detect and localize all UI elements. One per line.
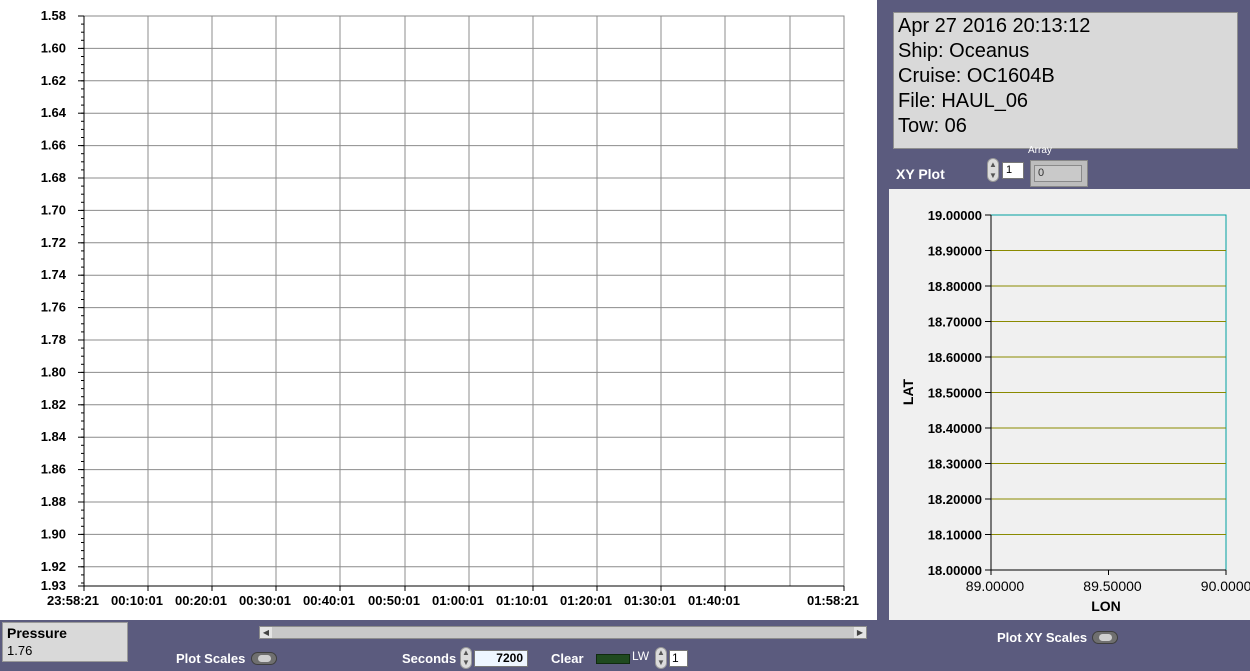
xy-y-tick-label: 18.00000 [928, 563, 982, 578]
y-tick-label: 1.88 [41, 494, 66, 509]
plot-xy-scales-toggle[interactable] [1092, 631, 1118, 644]
y-tick-label: 1.78 [41, 332, 66, 347]
toggle-knob-icon [1099, 634, 1112, 641]
main-plot-area [83, 15, 845, 587]
xy-x-axis-label: LON [1091, 598, 1121, 614]
xy-y-tick-label: 18.70000 [928, 315, 982, 330]
cruise-text: Cruise: OC1604B [898, 65, 1055, 87]
xy-x-tick-label: 89.00000 [966, 578, 1025, 594]
y-tick-label: 1.62 [41, 73, 66, 88]
xy-y-axis-label: LAT [900, 378, 916, 405]
y-tick-label: 1.76 [41, 300, 66, 315]
y-tick-label: 1.70 [41, 202, 66, 217]
xy-y-tick-label: 18.80000 [928, 279, 982, 294]
y-tick-label: 1.68 [41, 170, 66, 185]
array-label: Array [1028, 145, 1052, 156]
clear-button[interactable]: Clear [551, 651, 584, 666]
y-tick-label: 1.66 [41, 138, 66, 153]
pressure-label: Pressure [7, 625, 67, 641]
lw-field[interactable]: 1 [669, 650, 688, 667]
plot-xy-scales-label: Plot XY Scales [997, 630, 1088, 645]
xy-y-tick-label: 18.90000 [928, 244, 982, 259]
x-tick-label: 01:58:21 [807, 593, 859, 608]
y-tick-label: 1.60 [41, 40, 66, 55]
cruise-info-box: Apr 27 2016 20:13:12 Ship: Oceanus Cruis… [893, 12, 1238, 149]
seconds-label: Seconds [402, 651, 457, 666]
x-tick-label: 01:00:01 [432, 593, 484, 608]
clear-led-icon[interactable] [596, 654, 630, 664]
xy-index-stepper[interactable]: ▲ ▼ [987, 158, 999, 182]
ship-text: Ship: Oceanus [898, 40, 1030, 62]
pressure-time-chart: 1.58 1.60 1.62 1.64 1.66 1.68 1.70 1.72 1.74 1.76… [41, 8, 859, 608]
xy-y-tick-label: 18.60000 [928, 350, 982, 365]
xy-plot-title: XY Plot [896, 166, 945, 182]
xy-x-tick-label: 89.50000 [1083, 578, 1142, 594]
x-tick-label: 01:10:01 [496, 593, 548, 608]
plot-scales-toggle[interactable] [251, 652, 277, 665]
plot-scales-label: Plot Scales [176, 651, 246, 666]
file-text: File: HAUL_06 [898, 90, 1029, 112]
scroll-right-icon[interactable]: ▶ [854, 627, 866, 638]
horizontal-scrollbar[interactable]: ◀ ▶ [259, 626, 867, 639]
y-tick-label: 1.58 [41, 8, 66, 23]
y-tick-label: 1.92 [41, 559, 66, 574]
y-tick-label: 1.74 [41, 267, 67, 282]
x-tick-label: 00:30:01 [239, 593, 291, 608]
y-tick-label: 1.82 [41, 397, 66, 412]
y-tick-label: 1.84 [41, 429, 67, 444]
x-tick-label: 00:20:01 [175, 593, 227, 608]
xy-y-tick-label: 18.30000 [928, 457, 982, 472]
tow-text: Tow: 06 [898, 115, 967, 137]
y-tick-label: 1.86 [41, 462, 66, 477]
y-tick-label: 1.93 [41, 578, 66, 593]
xy-y-tick-label: 19.00000 [928, 208, 982, 223]
xy-y-tick-label: 18.40000 [928, 421, 982, 436]
pressure-indicator: Pressure 1.76 [2, 622, 128, 662]
xy-y-tick-label: 18.10000 [928, 528, 982, 543]
toggle-knob-icon [258, 655, 271, 662]
x-tick-label: 01:30:01 [624, 593, 676, 608]
array-control: 0 [1030, 160, 1088, 187]
y-tick-label: 1.72 [41, 235, 66, 250]
pressure-value: 1.76 [7, 643, 33, 658]
x-tick-label: 00:40:01 [303, 593, 355, 608]
scroll-left-icon[interactable]: ◀ [260, 627, 272, 638]
y-tick-label: 1.90 [41, 526, 66, 541]
x-tick-label: 00:50:01 [368, 593, 420, 608]
y-tick-label: 1.64 [41, 105, 67, 120]
xy-y-tick-label: 18.50000 [928, 386, 982, 401]
array-value-field[interactable]: 0 [1034, 165, 1082, 182]
x-tick-label: 23:58:21 [47, 593, 99, 608]
datetime-text: Apr 27 2016 20:13:12 [898, 15, 1091, 37]
lat-lon-xy-chart: 19.00000 18.90000 18.80000 18.70000 18.60000… [889, 189, 1250, 620]
x-tick-label: 01:40:01 [688, 593, 740, 608]
xy-x-tick-label: 90.00000 [1201, 578, 1250, 594]
x-tick-label: 01:20:01 [560, 593, 612, 608]
xy-y-tick-label: 18.20000 [928, 492, 982, 507]
seconds-field[interactable]: 7200 [474, 650, 528, 667]
y-tick-label: 1.80 [41, 364, 66, 379]
xy-index-field[interactable]: 1 [1002, 162, 1024, 179]
seconds-stepper[interactable]: ▲ ▼ [460, 647, 472, 669]
x-tick-label: 00:10:01 [111, 593, 163, 608]
lw-label: LW [632, 649, 650, 663]
lw-stepper[interactable]: ▲ ▼ [655, 647, 667, 669]
